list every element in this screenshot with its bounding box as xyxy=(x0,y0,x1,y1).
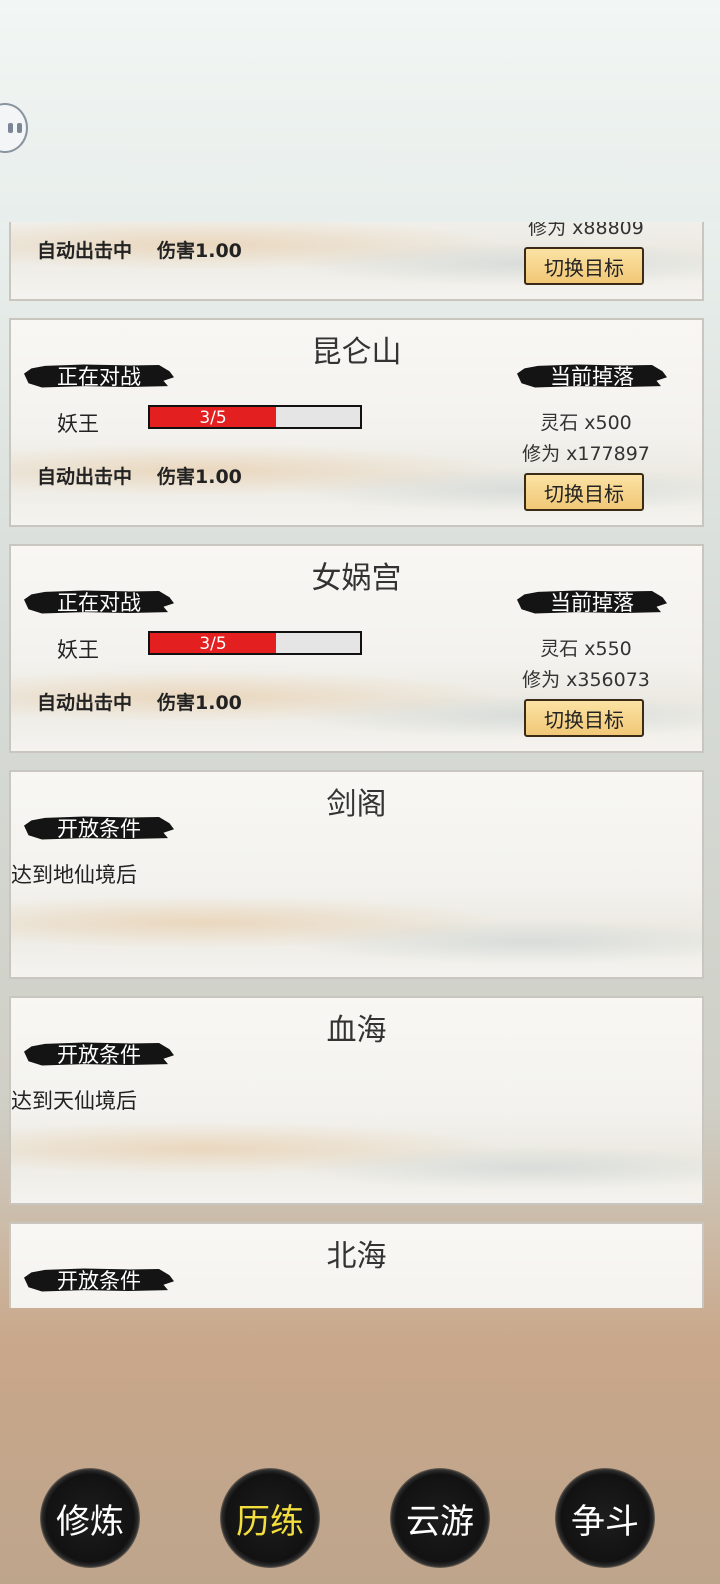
drop-label: 当前掉落 xyxy=(550,591,634,615)
battle-label: 正在对战 xyxy=(57,591,141,615)
hp-text: 3/5 xyxy=(199,408,227,428)
nav-button[interactable]: 历练 xyxy=(220,1468,320,1568)
condition-label: 开放条件 xyxy=(57,817,141,841)
nav-button[interactable]: 争斗 xyxy=(555,1468,655,1568)
eye-right xyxy=(17,123,22,133)
drop-spirit-stone: 灵石 x500 xyxy=(540,412,632,434)
location-list[interactable]: 正在对战当前掉落妖王3/5自动出击中伤害1.00灵石 x450修为 x88809… xyxy=(0,222,720,1308)
hp-text: 3/5 xyxy=(199,634,227,654)
drop-cultivation: 修为 x88809 xyxy=(528,222,644,239)
drop-label-banner: 当前掉落 xyxy=(517,360,667,392)
switch-target-button[interactable]: 切换目标 xyxy=(524,247,644,285)
location-card: 剑阁 开放条件 达到地仙境后 xyxy=(9,770,704,979)
damage-value: 伤害1.00 xyxy=(157,466,242,488)
auto-attack-status: 自动出击中 xyxy=(37,692,133,714)
switch-target-button[interactable]: 切换目标 xyxy=(524,699,644,737)
battle-label-banner: 正在对战 xyxy=(24,586,174,618)
hp-bar: 3/5 xyxy=(148,631,362,655)
auto-attack-status: 自动出击中 xyxy=(37,240,133,262)
location-card: 血海 开放条件 达到天仙境后 xyxy=(9,996,704,1205)
damage-value: 伤害1.00 xyxy=(157,692,242,714)
drop-label: 当前掉落 xyxy=(550,365,634,389)
condition-label: 开放条件 xyxy=(57,1269,141,1293)
auto-attack-status: 自动出击中 xyxy=(37,466,133,488)
location-list-content: 正在对战当前掉落妖王3/5自动出击中伤害1.00灵石 x450修为 x88809… xyxy=(0,222,720,1308)
battle-label-banner: 正在对战 xyxy=(24,360,174,392)
condition-label-banner: 开放条件 xyxy=(24,1264,174,1296)
condition-label-banner: 开放条件 xyxy=(24,1038,174,1070)
drop-label-banner: 当前掉落 xyxy=(517,586,667,618)
switch-target-button[interactable]: 切换目标 xyxy=(524,473,644,511)
damage-value: 伤害1.00 xyxy=(157,240,242,262)
enemy-name: 妖王 xyxy=(57,412,99,436)
drop-spirit-stone: 灵石 x550 xyxy=(540,638,632,660)
drop-cultivation: 修为 x356073 xyxy=(522,669,650,691)
unlock-condition: 达到天仙境后 xyxy=(11,1089,137,1113)
location-card: 女娲宫 正在对战 当前掉落 妖王 3/5 自动出击中 伤害1.00 灵石 x550 修为 x35… xyxy=(9,544,704,753)
nav-button[interactable]: 修炼 xyxy=(40,1468,140,1568)
condition-label: 开放条件 xyxy=(57,1043,141,1067)
unlock-condition: 达到地仙境后 xyxy=(11,863,137,887)
condition-label-banner: 开放条件 xyxy=(24,812,174,844)
enemy-name: 妖王 xyxy=(57,638,99,662)
bottom-nav: 修炼 历练 云游 争斗 xyxy=(0,1468,720,1584)
battle-label: 正在对战 xyxy=(57,365,141,389)
location-card: 昆仑山 正在对战 当前掉落 妖王 3/5 自动出击中 伤害1.00 灵石 x500 修为 x17… xyxy=(9,318,704,527)
hp-bar: 3/5 xyxy=(148,405,362,429)
eye-left xyxy=(8,123,13,133)
drop-cultivation: 修为 x177897 xyxy=(522,443,650,465)
location-card: 北海 开放条件 xyxy=(9,1222,704,1308)
nav-button[interactable]: 云游 xyxy=(390,1468,490,1568)
top-background xyxy=(0,0,720,222)
location-card: 正在对战当前掉落妖王3/5自动出击中伤害1.00灵石 x450修为 x88809… xyxy=(9,222,704,301)
